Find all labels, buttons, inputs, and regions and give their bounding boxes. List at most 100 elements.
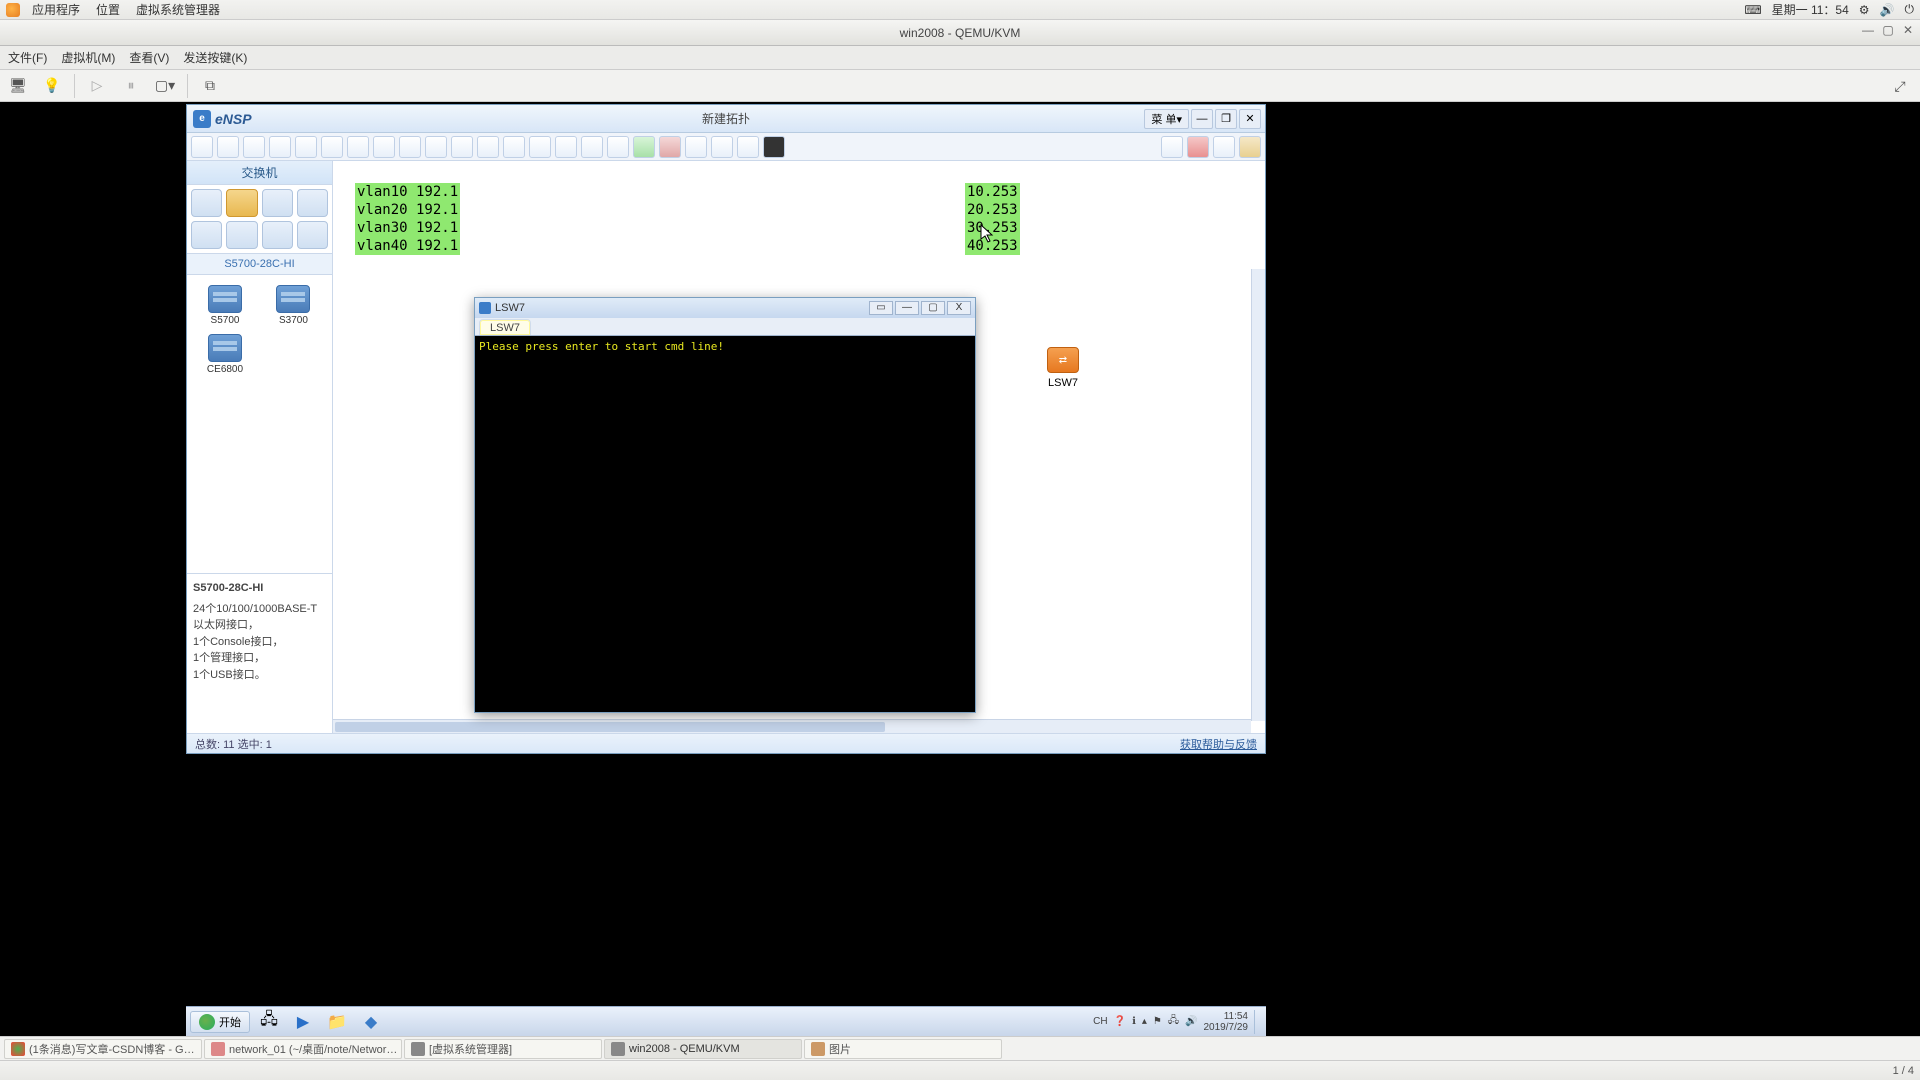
fullscreen-icon[interactable]: ⤢ [1888,74,1912,98]
tb-select-icon[interactable] [399,136,421,158]
tb-capture-icon[interactable] [685,136,707,158]
console-maximize-button[interactable]: ▢ [921,301,945,315]
task-image[interactable]: 图片 [804,1039,1002,1059]
tray-network-icon[interactable]: 🖧 [1168,1013,1179,1030]
console-icon[interactable]: 🖥 [6,74,30,98]
console-output[interactable]: Please press enter to start cmd line! [475,336,975,357]
console-titlebar[interactable]: LSW7 ▭ — ▢ X [475,298,975,318]
taskbar-server-icon[interactable]: 🖧 [254,1010,284,1034]
tb-note-icon[interactable] [529,136,551,158]
menu-vm[interactable]: 虚拟机(M) [61,49,115,66]
places-menu[interactable]: 位置 [88,1,128,18]
tb-palette-icon[interactable] [477,136,499,158]
menu-file[interactable]: 文件(F) [8,49,47,66]
console-close-button[interactable]: X [947,301,971,315]
ensp-maximize-button[interactable]: ❐ [1215,109,1237,129]
tb-chat-icon[interactable] [1161,136,1183,158]
taskbar-explorer-icon[interactable]: 📁 [322,1010,352,1034]
tb-open-icon[interactable] [217,136,239,158]
tb-openfolder-icon[interactable] [243,136,265,158]
tb-image-icon[interactable] [607,136,629,158]
tb-stop-icon[interactable] [659,136,681,158]
close-button[interactable]: ✕ [1900,23,1916,39]
tb-pan-icon[interactable] [425,136,447,158]
lang-indicator[interactable]: CH [1093,1016,1107,1027]
tb-grid-icon[interactable] [737,136,759,158]
keyboard-icon[interactable]: ⌨ [1744,3,1761,17]
console-pin-button[interactable]: ▭ [869,301,893,315]
canvas-scroll-v[interactable] [1251,269,1265,721]
show-desktop[interactable] [1254,1010,1262,1034]
tb-help-icon[interactable] [1239,136,1261,158]
cat-server-icon[interactable] [262,221,293,249]
clock-label[interactable]: 星期一 11：54 [1772,1,1849,18]
info-icon[interactable]: 💡 [40,74,64,98]
tb-print-icon[interactable] [321,136,343,158]
tray-flag-icon[interactable]: ⚑ [1153,1016,1162,1027]
vmm-menu[interactable]: 虚拟系统管理器 [128,1,228,18]
tb-redo-icon[interactable] [373,136,395,158]
tray-help-icon[interactable]: ❓ [1114,1016,1126,1027]
cat-firewall-icon[interactable] [297,189,328,217]
menu-view[interactable]: 查看(V) [129,49,169,66]
snapshot-icon[interactable]: ⧉ [198,74,222,98]
menu-sendkeys[interactable]: 发送按键(K) [183,49,247,66]
tb-text-icon[interactable] [503,136,525,158]
canvas-device-lsw7[interactable]: ⇄ LSW7 [1047,347,1079,389]
network-icon[interactable]: ⚙ [1859,3,1870,17]
task-gedit[interactable]: network_01 (~/桌面/note/Networ… [204,1039,402,1059]
task-vmm[interactable]: [虚拟系统管理器] [404,1039,602,1059]
device-s3700[interactable]: S3700 [263,285,323,326]
tb-huawei-icon[interactable] [1187,136,1209,158]
apps-menu[interactable]: 应用程序 [24,1,88,18]
start-button[interactable]: 开始 [190,1011,250,1033]
tray-info-icon[interactable]: ℹ [1132,1016,1136,1027]
cat-router-icon[interactable] [191,189,222,217]
tb-black-icon[interactable] [763,136,785,158]
console-tab-lsw7[interactable]: LSW7 [479,319,531,335]
help-feedback-link[interactable]: 获取帮助与反馈 [1180,736,1257,752]
task-chrome[interactable]: (1条消息)写文章-CSDN博客 - G… [4,1039,202,1059]
taskbar-ensp-icon[interactable]: ◆ [356,1010,386,1034]
tb-delete-icon[interactable] [451,136,473,158]
volume-icon[interactable]: 🔊 [1880,3,1895,17]
ensp-menu-button[interactable]: 菜 单▾ [1144,109,1189,129]
task-qemu[interactable]: win2008 - QEMU/KVM [604,1039,802,1059]
workspace-indicator[interactable]: 1 / 4 [1893,1065,1914,1077]
vm-display[interactable]: e eNSP 新建拓扑 菜 单▾ — ❐ ✕ [0,102,1920,1036]
cat-link-icon[interactable] [297,221,328,249]
power-icon[interactable]: ⏻ [1905,2,1915,17]
cat-cloud-icon[interactable] [226,221,257,249]
cat-wlan-icon[interactable] [262,189,293,217]
tb-link-icon[interactable] [711,136,733,158]
device-ce6800[interactable]: CE6800 [195,334,255,375]
taskbar-powershell-icon[interactable]: ▶ [288,1010,318,1034]
tb-new-icon[interactable] [191,136,213,158]
tb-settings-icon[interactable] [1213,136,1235,158]
windows-clock[interactable]: 11:54 2019/7/29 [1204,1011,1249,1033]
play-icon[interactable]: ▷ [85,74,109,98]
tray-arrow-icon[interactable]: ▴ [1142,1016,1147,1027]
tray-sound-icon[interactable]: 🔊 [1185,1016,1197,1027]
tb-zoomout-icon[interactable] [581,136,603,158]
ensp-minimize-button[interactable]: — [1191,109,1213,129]
cat-pc-icon[interactable] [191,221,222,249]
cat-switch-icon[interactable] [226,189,257,217]
console-minimize-button[interactable]: — [895,301,919,315]
maximize-button[interactable]: ▢ [1880,23,1896,39]
tb-start-icon[interactable] [633,136,655,158]
ensp-titlebar[interactable]: e eNSP 新建拓扑 菜 单▾ — ❐ ✕ [187,105,1265,133]
lsw7-console-window[interactable]: LSW7 ▭ — ▢ X LSW7 Please press enter to … [474,297,976,713]
console-logo-icon [479,302,491,314]
tb-save-icon[interactable] [269,136,291,158]
tb-undo-icon[interactable] [347,136,369,158]
device-s5700[interactable]: S5700 [195,285,255,326]
shutdown-dropdown[interactable]: ▢▾ [153,74,177,98]
minimize-button[interactable]: ― [1860,23,1876,39]
qemu-menubar: 文件(F) 虚拟机(M) 查看(V) 发送按键(K) [0,46,1920,70]
tb-saveas-icon[interactable] [295,136,317,158]
tb-zoomin-icon[interactable] [555,136,577,158]
ensp-close-button[interactable]: ✕ [1239,109,1261,129]
canvas-scroll-h[interactable] [333,719,1251,733]
pause-icon[interactable]: ⏸ [119,74,143,98]
